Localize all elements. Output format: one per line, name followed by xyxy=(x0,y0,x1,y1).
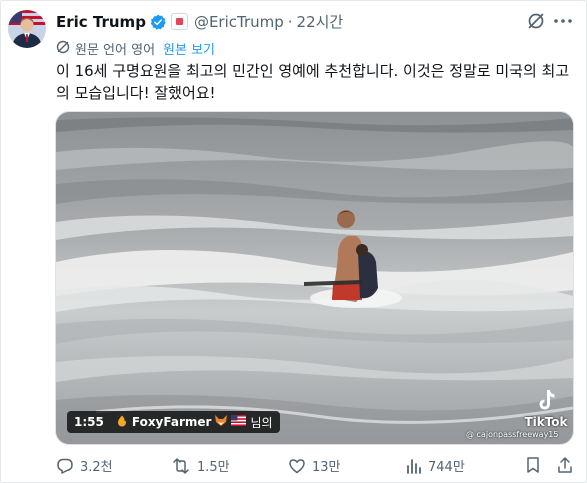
author-handle[interactable]: @EricTrump xyxy=(194,13,284,31)
tiktok-label: TikTok xyxy=(524,415,568,429)
post-time[interactable]: 22시간 xyxy=(297,11,344,32)
repost-button[interactable]: 1.5만 xyxy=(171,456,230,475)
video-username[interactable]: FoxyFarmer xyxy=(132,415,212,429)
separator-dot: · xyxy=(287,12,293,31)
translate-icon xyxy=(56,40,70,58)
heart-icon xyxy=(289,458,305,473)
reply-icon xyxy=(57,458,73,474)
fire-icon xyxy=(116,415,128,430)
video-user-suffix: 님의 xyxy=(250,415,273,430)
post-text: 이 16세 구명요원을 최고의 민간인 영예에 추천합니다. 이것은 정말로 미… xyxy=(56,62,570,102)
bookmark-button[interactable] xyxy=(525,456,541,474)
views-button[interactable]: 744만 xyxy=(406,456,465,475)
author-name[interactable]: Eric Trump xyxy=(56,13,146,31)
bookmark-icon xyxy=(527,457,539,473)
translation-notice: 원문 언어 영어 원본 보기 xyxy=(56,39,215,58)
views-icon xyxy=(407,458,421,474)
fox-emoji-icon xyxy=(214,414,228,430)
tiktok-watermark: TikTok xyxy=(522,388,570,429)
avatar[interactable] xyxy=(8,10,46,48)
video-duration: 1:55 xyxy=(74,415,104,429)
repost-count: 1.5만 xyxy=(197,460,230,475)
action-bar: 3.2천 1.5만 13만 744만 xyxy=(0,456,587,478)
us-flag-icon xyxy=(231,415,247,429)
video-player[interactable] xyxy=(55,111,574,445)
video-frame xyxy=(56,112,573,444)
view-count: 744만 xyxy=(428,460,465,475)
like-button[interactable]: 13만 xyxy=(288,456,341,475)
affiliation-badge-icon[interactable] xyxy=(170,13,188,30)
translation-label: 원문 언어 영어 xyxy=(75,43,156,58)
tiktok-handle: @ cajonpassfreeway15 xyxy=(466,430,559,439)
show-original-link[interactable]: 원본 보기 xyxy=(163,39,215,58)
reply-button[interactable]: 3.2천 xyxy=(56,456,113,475)
share-icon xyxy=(558,457,572,473)
like-count: 13만 xyxy=(312,460,341,475)
verified-badge-icon xyxy=(150,14,166,30)
grok-icon[interactable] xyxy=(527,12,545,34)
more-options-icon[interactable] xyxy=(552,13,574,33)
repost-icon xyxy=(173,457,189,474)
tweet-header: Eric Trump @EricTrump · 22시간 xyxy=(56,11,343,32)
video-info-bar: 1:55 FoxyFarmer 님의 xyxy=(67,411,280,433)
reply-count: 3.2천 xyxy=(80,460,113,475)
tiktok-logo-icon xyxy=(535,390,557,416)
share-button[interactable] xyxy=(557,456,573,474)
